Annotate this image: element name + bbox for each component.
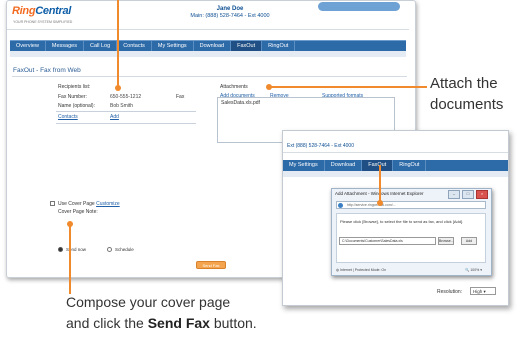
logo-central-text: Central (35, 5, 72, 17)
send-now-radio[interactable] (58, 247, 63, 252)
form-divider-bottom (56, 123, 196, 124)
customize-link[interactable]: Customize (96, 201, 120, 207)
attach-callout-text: Attach the documents (430, 73, 522, 115)
attach-callout-line1: Attach the (430, 75, 498, 92)
tab-my-settings[interactable]: My Settings (152, 41, 194, 51)
recipient-callout-dot (115, 85, 121, 91)
browse-button[interactable]: Browse... (438, 237, 454, 245)
ie-page-icon (338, 203, 343, 208)
top-links-bar[interactable] (318, 2, 400, 11)
tab-call-log[interactable]: Call Log (84, 41, 118, 51)
window2-phone: Ext (888) 528-7464 - Ext 4000 (287, 143, 354, 149)
resolution-label: Resolution: (437, 289, 463, 295)
name-field[interactable]: Bob Smith (110, 103, 133, 109)
dialog-status-text: Internet | Protected Mode: On (340, 268, 387, 272)
window2-nav-bar: My Settings Download FaxOut RingOut (283, 160, 508, 171)
compose-callout-line (69, 224, 71, 294)
main-nav-bar: Overview Messages Call Log Contacts My S… (10, 40, 406, 51)
dialog-callout-dot (377, 200, 383, 206)
attach-callout-dot (266, 84, 272, 90)
schedule-label: Schedule (115, 247, 134, 252)
dialog-window-controls: – □ × (448, 190, 488, 199)
compose-prefix: and click the (66, 315, 148, 331)
zoom-value: 100% (470, 268, 480, 272)
compose-callout-line2: and click the Send Fax button. (66, 313, 366, 334)
tab-overview[interactable]: Overview (10, 41, 46, 51)
tab-messages[interactable]: Messages (46, 41, 84, 51)
tab-download[interactable]: Download (194, 41, 232, 51)
window2-sub-nav (283, 171, 508, 177)
dialog-url-text: http://service.ringcentral.com/... (347, 203, 396, 207)
add-button[interactable]: Add (461, 237, 477, 245)
logo-ring-text: Ring (12, 5, 36, 17)
fax-number-label: Fax Number: (58, 94, 87, 100)
dialog-message: Please click [Browse], to select the fil… (340, 219, 464, 224)
contacts-link[interactable]: Contacts (58, 114, 78, 120)
use-cover-text: Use Cover Page (58, 201, 95, 207)
compose-suffix: button. (209, 315, 257, 331)
user-phone: Main: (888) 528-7464 - Ext 4000 (190, 13, 270, 19)
page-title: FaxOut - Fax from Web (13, 67, 81, 74)
resolution-select[interactable]: High ▾ (470, 287, 496, 295)
w2-tab-faxout[interactable]: FaxOut (362, 160, 394, 171)
zoom-level[interactable]: 🔍 100% ▾ (465, 266, 482, 274)
attach-callout-line2: documents (430, 96, 504, 113)
maximize-icon[interactable]: □ (462, 190, 474, 199)
title-divider (12, 76, 407, 77)
use-cover-checkbox[interactable] (50, 201, 55, 206)
w2-tab-my-settings[interactable]: My Settings (283, 160, 325, 171)
tab-faxout[interactable]: FaxOut (231, 41, 263, 51)
compose-callout-line1: Compose your cover page (66, 294, 231, 310)
close-icon[interactable]: × (476, 190, 488, 199)
compose-callout-dot (67, 221, 73, 227)
minimize-icon[interactable]: – (448, 190, 460, 199)
resolution-value: High (473, 289, 483, 294)
ringcentral-logo: RingCentral (12, 5, 71, 17)
name-label: Name (optional): (58, 103, 95, 109)
compose-callout-text: Compose your cover page and click the Se… (66, 292, 366, 334)
header-divider (7, 29, 409, 30)
fax-number-field[interactable]: 650-555-1212 (110, 94, 141, 100)
send-fax-button[interactable]: Send Fax (196, 261, 226, 269)
w2-tab-ringout[interactable]: RingOut (393, 160, 427, 171)
sub-nav-bar (10, 51, 406, 57)
dialog-address-bar[interactable]: http://service.ringcentral.com/... (336, 201, 486, 209)
attachment-file[interactable]: SalesData.xls.pdf (221, 100, 260, 106)
recipient-callout-line (117, 0, 119, 88)
file-path-input[interactable]: C:\Documents\Customer\SalesData.xls (339, 237, 436, 245)
dialog-status-bar: ◍ Internet | Protected Mode: On 🔍 100% ▾ (336, 266, 486, 274)
attachments-label: Attachments (220, 84, 248, 90)
dialog-callout-line (379, 165, 381, 205)
tab-ringout[interactable]: RingOut (262, 41, 296, 51)
user-name: Jane Doe (216, 6, 244, 12)
add-recipient-link[interactable]: Add (110, 114, 119, 120)
logo-tagline: YOUR PHONE SYSTEM SIMPLIFIED (13, 20, 73, 24)
recipients-label: Recipients list: (58, 84, 91, 90)
globe-icon: ◍ (336, 268, 340, 272)
cover-note-label: Cover Page Note: (58, 209, 98, 215)
form-divider (56, 111, 196, 112)
fax-column-label: Fax (176, 94, 185, 100)
w2-tab-download[interactable]: Download (325, 160, 363, 171)
use-cover-label: Use Cover Page Customize (58, 201, 120, 207)
tab-contacts[interactable]: Contacts (117, 41, 152, 51)
attach-callout-line (269, 86, 427, 88)
window2-divider (283, 152, 508, 153)
compose-bold: Send Fax (147, 315, 210, 331)
schedule-radio[interactable] (107, 247, 112, 252)
